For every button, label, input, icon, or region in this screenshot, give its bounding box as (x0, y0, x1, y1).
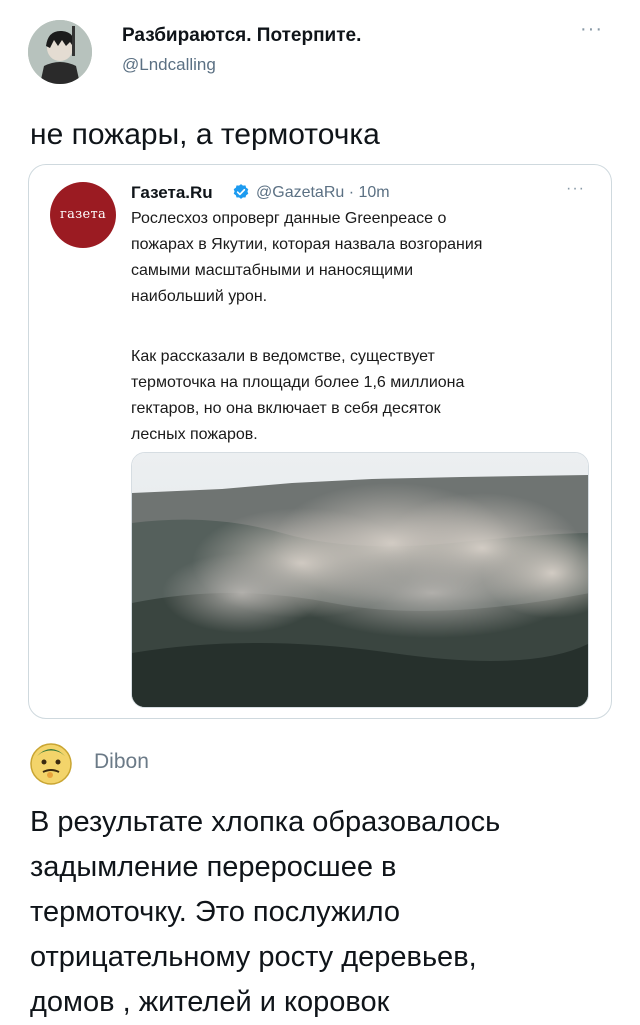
quoted-more-options-icon[interactable]: ··· (566, 180, 585, 198)
tweet-text: не пожары, а термоточка (30, 118, 380, 151)
text-line: отрицательному росту деревьев, (30, 941, 477, 973)
text-line: В результате хлопка образовалось (30, 806, 501, 838)
quoted-author-name[interactable]: Газета.Ru (131, 183, 213, 203)
reply-avatar-emoji-icon[interactable] (28, 740, 74, 786)
author-avatar[interactable] (28, 20, 92, 84)
text-line: домов , жителей и коровок (30, 986, 390, 1018)
quoted-paragraph-1: Рослесхоз опроверг данные Greenpeace о п… (131, 206, 561, 310)
quoted-avatar-logo-text: газета (59, 207, 107, 222)
text-line: термоточку. Это послужило (30, 896, 400, 928)
forest-fire-smoke-photo[interactable] (131, 452, 589, 708)
text-line: Рослесхоз опроверг данные Greenpeace о (131, 210, 447, 227)
text-line: лесных пожаров. (131, 426, 258, 443)
reply-text: В результате хлопка образовалось задымле… (30, 800, 620, 1025)
author-handle[interactable]: @Lndcalling (122, 55, 216, 75)
text-line: наибольший урон. (131, 288, 268, 305)
text-line: самыми масштабными и наносящими (131, 262, 413, 279)
verified-badge-icon (232, 183, 250, 201)
text-line: задымление переросшее в (30, 851, 397, 883)
reply-author-name[interactable]: Dibon (94, 750, 149, 774)
author-name[interactable]: Разбираются. Потерпите. (122, 25, 361, 47)
quoted-avatar[interactable]: газета (50, 182, 116, 248)
quoted-handle-time[interactable]: @GazetaRu · 10m (256, 184, 390, 202)
quoted-paragraph-2: Как рассказали в ведомстве, существует т… (131, 344, 561, 448)
text-line: термоточка на площади более 1,6 миллиона (131, 374, 465, 391)
text-line: Как рассказали в ведомстве, существует (131, 348, 435, 365)
text-line: гектаров, но она включает в себя десяток (131, 400, 441, 417)
more-options-icon[interactable]: ··· (580, 18, 603, 41)
text-line: пожарах в Якутии, которая назвала возгор… (131, 236, 483, 253)
